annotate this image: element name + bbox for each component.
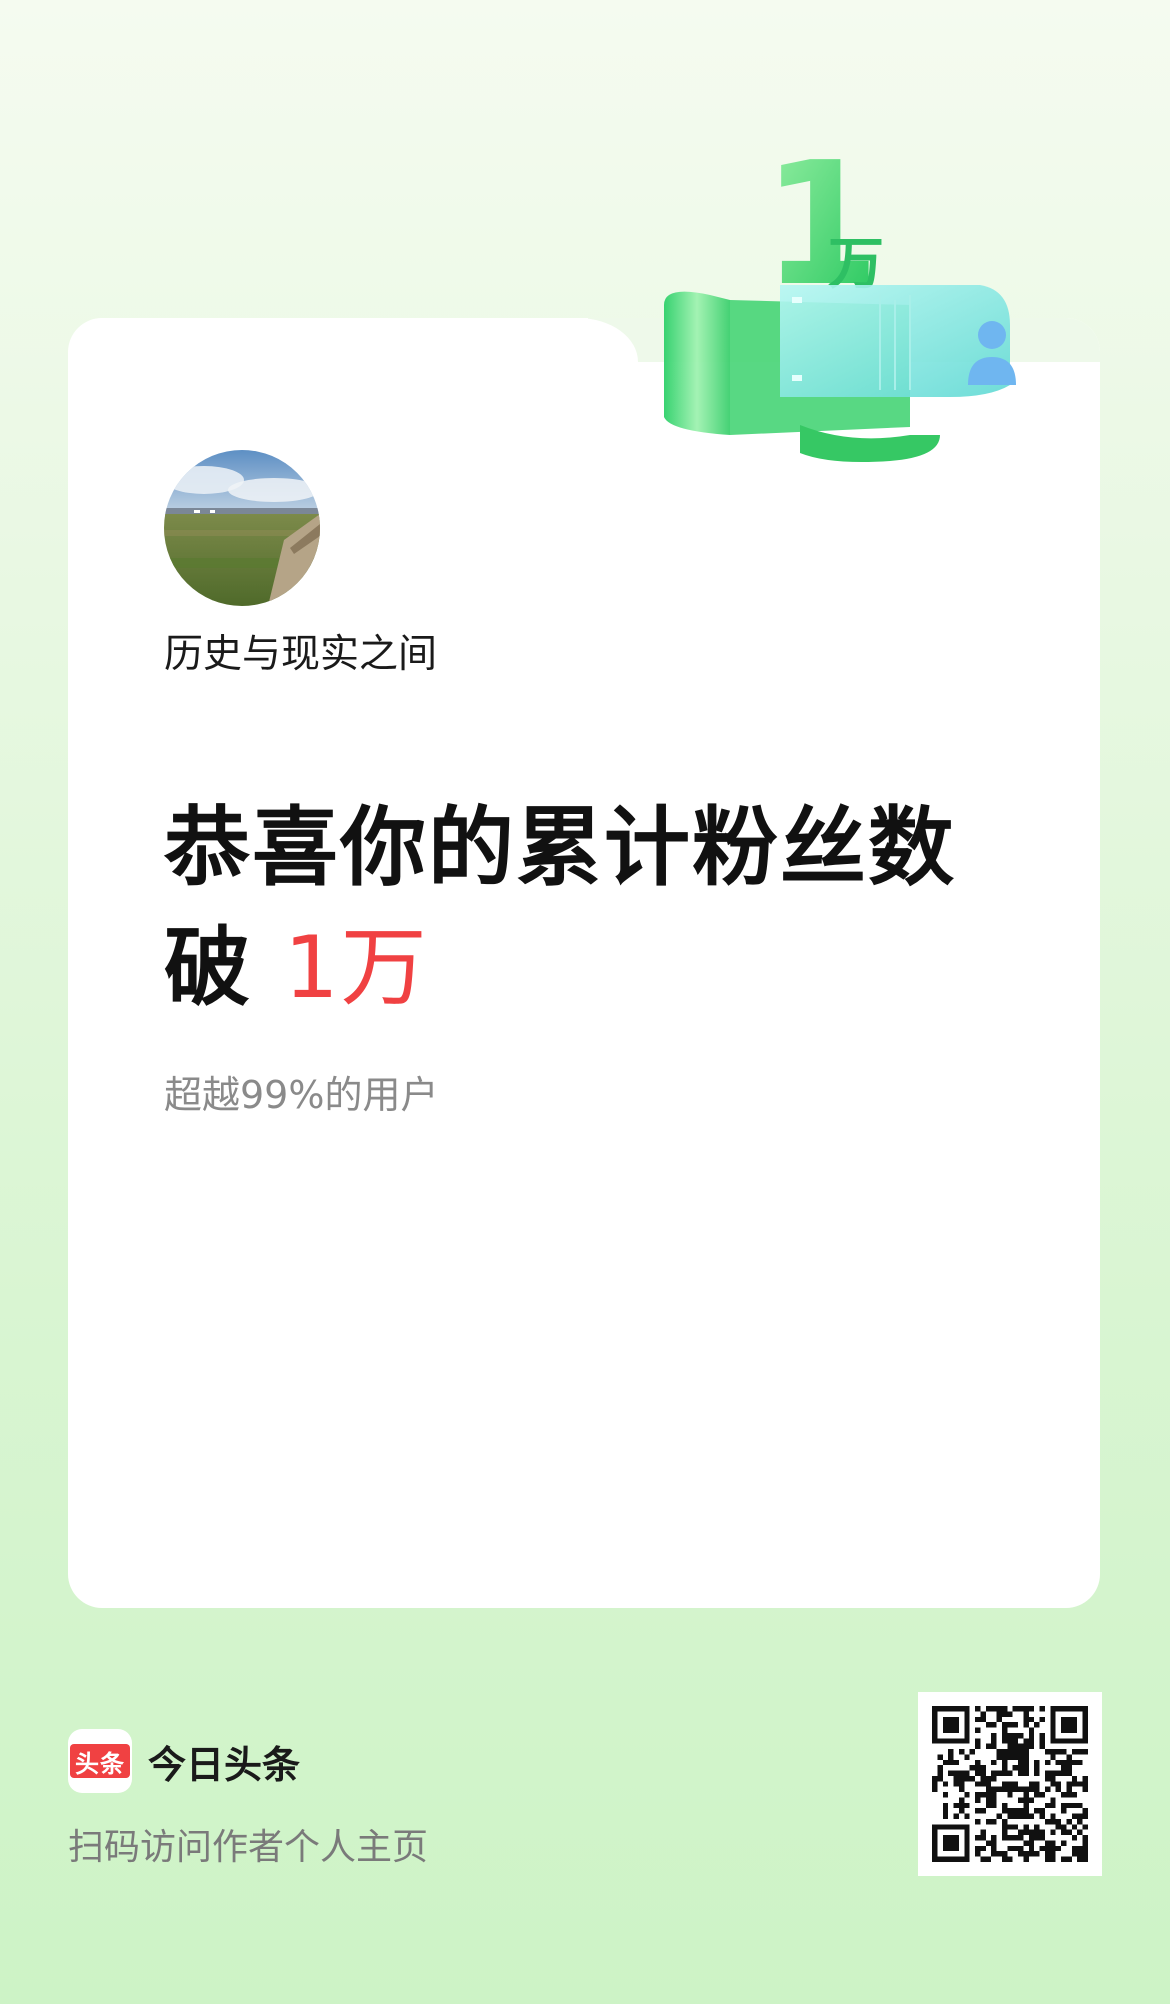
headline-value: 1万 — [283, 918, 429, 1018]
headline-line2: 破 1万 — [164, 908, 956, 1028]
username: 历史与现实之间 — [164, 632, 438, 677]
avatar[interactable] — [164, 450, 320, 606]
landscape-avatar-icon — [164, 450, 320, 606]
headline-prefix: 破 — [164, 918, 284, 1018]
toutiao-logo-icon: 头条 — [68, 1729, 132, 1793]
milestone-headline: 恭喜你的累计粉丝数 破 1万 — [164, 788, 956, 1028]
scan-hint: 扫码访问作者个人主页 — [68, 1827, 429, 1868]
brand-name: 今日头条 — [148, 1742, 301, 1787]
brand[interactable]: 头条 今日头条 — [68, 1728, 300, 1794]
milestone-card: 历史与现实之间 恭喜你的累计粉丝数 破 1万 超越99%的用户 — [68, 318, 1100, 1608]
rank-subline: 超越99%的用户 — [164, 1073, 439, 1117]
qr-code-icon — [932, 1706, 1088, 1862]
milestone-badge: 1 万 — [664, 135, 1016, 462]
brand-logo-text: 头条 — [70, 1744, 130, 1778]
qr-code[interactable] — [918, 1692, 1102, 1876]
headline-line1: 恭喜你的累计粉丝数 — [164, 798, 956, 898]
